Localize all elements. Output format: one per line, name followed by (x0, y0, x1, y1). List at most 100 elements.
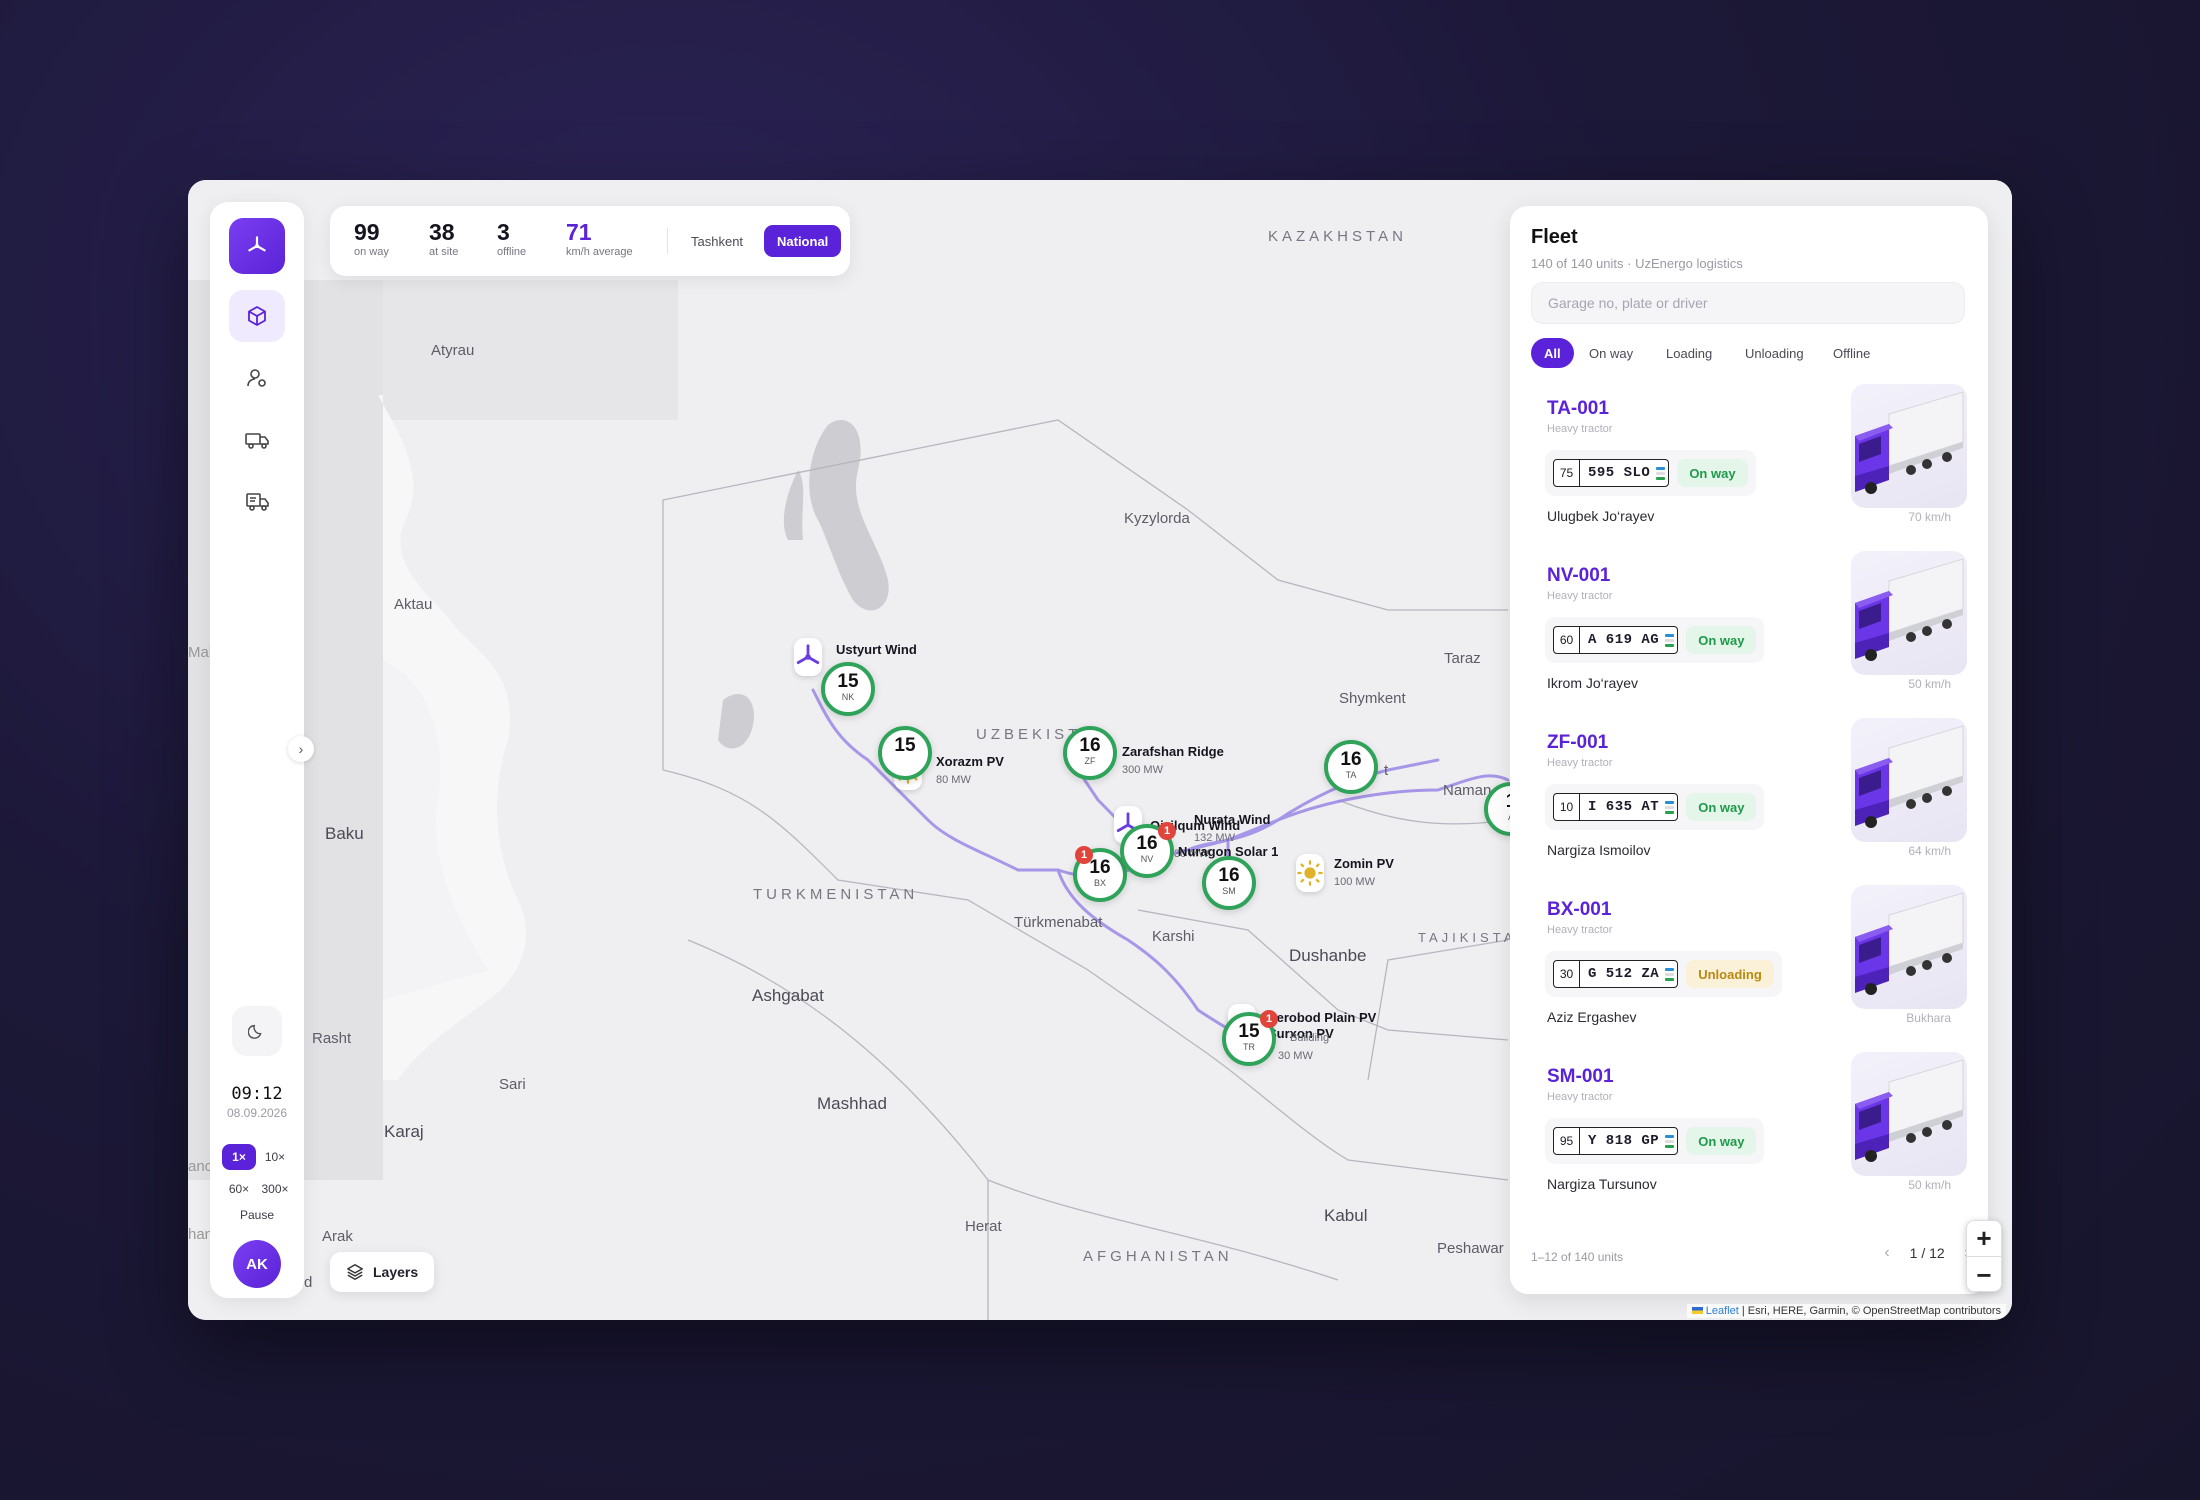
vehicle-cluster[interactable]: 16 NV 1 (1120, 822, 1176, 878)
truck-illustration (1855, 558, 1964, 661)
label-anc: anc (188, 1158, 213, 1175)
uz-flag-icon (1656, 460, 1668, 486)
label-mashhad: Mashhad (817, 1094, 887, 1113)
wind-site-icon[interactable] (794, 638, 822, 676)
plate-region: 30 (1554, 961, 1580, 987)
license-plate: 60 A 619 AG (1553, 626, 1679, 654)
speed-1x[interactable]: 1× (222, 1144, 256, 1170)
pause-button[interactable]: Pause (226, 1202, 288, 1228)
label-dushanbe: Dushanbe (1289, 946, 1367, 965)
stat-average-speed: 71 km/h average (566, 219, 633, 258)
vehicle-cluster[interactable]: 16 SM (1202, 856, 1256, 910)
plate-region: 75 (1554, 460, 1580, 486)
layers-label: Layers (373, 1264, 419, 1280)
uz-flag-icon (1665, 627, 1677, 653)
truck-image (1851, 718, 1967, 842)
vehicle-cluster[interactable]: 16 ZF (1063, 726, 1117, 780)
plate-number: A 619 AG (1588, 632, 1660, 648)
leaflet-link[interactable]: Leaflet (1706, 1305, 1739, 1317)
vehicle-cluster[interactable]: 15 (878, 726, 932, 780)
truck-icon (245, 433, 269, 449)
label-kyzylorda: Kyzylorda (1124, 510, 1190, 527)
status-badge: On way (1686, 1127, 1757, 1155)
app-window: KAZAKHSTAN UZBEKIST TURKMENISTAN TAJIKIS… (188, 180, 2012, 1320)
label-karaj: Karaj (384, 1122, 424, 1141)
status-badge: Unloading (1686, 960, 1774, 988)
label-kabul: Kabul (1324, 1206, 1368, 1225)
driver-name: Nargiza Tursunov (1547, 1176, 1657, 1192)
truck-illustration (1855, 892, 1964, 995)
nav-drivers[interactable] (229, 352, 285, 404)
filter-offline[interactable]: Offline (1820, 338, 1883, 368)
logo-button[interactable] (229, 218, 285, 274)
scope-tashkent[interactable]: Tashkent (678, 225, 756, 257)
unit-speed: 64 km/h (1908, 844, 1951, 858)
license-plate: 30 G 512 ZA (1553, 960, 1679, 988)
speed-10x[interactable]: 10× (258, 1144, 292, 1170)
label-turkmenistan: TURKMENISTAN (753, 886, 919, 903)
vehicle-cluster[interactable]: 15 NK (821, 662, 875, 716)
sun-icon (1297, 860, 1323, 886)
fleet-unit-card[interactable]: BX-001 Heavy tractor 30 G 512 ZA Unloadi… (1531, 885, 1967, 1037)
user-settings-icon (247, 369, 266, 387)
sidebar-expand-button[interactable]: › (288, 736, 314, 762)
site-label: Zomin PV (1334, 856, 1394, 871)
site-capacity: 100 MW (1334, 876, 1375, 888)
wind-turbine-icon (796, 644, 820, 664)
avatar[interactable]: AK (233, 1240, 281, 1288)
truck-illustration (1855, 1059, 1964, 1162)
solar-site-icon[interactable] (1296, 854, 1324, 892)
site-label: Ustyurt Wind (836, 642, 917, 657)
nav-cargo[interactable] (229, 290, 285, 342)
scope-national[interactable]: National (764, 225, 842, 257)
chevron-right-icon: › (298, 741, 304, 757)
label-t: t (1384, 762, 1389, 779)
zoom-in-button[interactable]: + (1967, 1221, 2001, 1257)
site-capacity: 300 MW (1122, 764, 1163, 776)
site-label: Xorazm PV (936, 754, 1004, 769)
unit-speed: 50 km/h (1908, 1178, 1951, 1192)
plate-number: 595 SLO (1588, 465, 1651, 481)
flag-icon (1691, 1307, 1703, 1314)
speed-60x[interactable]: 60× (222, 1176, 256, 1202)
site-capacity: 30 MW (1278, 1050, 1313, 1062)
chevron-left-icon[interactable]: ‹ (1884, 1244, 1889, 1262)
nav-vehicles[interactable] (229, 414, 285, 466)
label-d: d (304, 1274, 313, 1291)
vehicle-cluster[interactable]: 16 TA (1324, 740, 1378, 794)
speed-300x[interactable]: 300× (258, 1176, 292, 1202)
filter-all[interactable]: All (1531, 338, 1574, 368)
unit-type: Heavy tractor (1547, 590, 1613, 602)
fleet-unit-card[interactable]: ZF-001 Heavy tractor 10 I 635 AT On way … (1531, 718, 1967, 870)
fleet-unit-card[interactable]: TA-001 Heavy tractor 75 595 SLO On way U… (1531, 384, 1967, 536)
zoom-out-button[interactable]: − (1967, 1257, 2001, 1293)
plate-row: 10 I 635 AT On way (1545, 784, 1765, 830)
unit-speed: 50 km/h (1908, 677, 1951, 691)
theme-toggle[interactable] (232, 1006, 282, 1056)
status-badge: On way (1686, 626, 1757, 654)
uz-flag-icon (1665, 961, 1677, 987)
fleet-search-input[interactable] (1531, 282, 1965, 324)
fleet-unit-card[interactable]: SM-001 Heavy tractor 95 Y 818 GP On way … (1531, 1052, 1967, 1204)
label-afghanistan: AFGHANISTAN (1083, 1248, 1233, 1265)
layers-button[interactable]: Layers (330, 1252, 434, 1292)
fleet-unit-card[interactable]: NV-001 Heavy tractor 60 A 619 AG On way … (1531, 551, 1967, 703)
nav-deliveries[interactable] (229, 476, 285, 528)
driver-name: Nargiza Ismoilov (1547, 842, 1651, 858)
plate-region: 60 (1554, 627, 1580, 653)
filter-loading[interactable]: Loading (1653, 338, 1725, 368)
filter-unloading[interactable]: Unloading (1732, 338, 1817, 368)
license-plate: 10 I 635 AT (1553, 793, 1679, 821)
uz-flag-icon (1665, 1128, 1677, 1154)
label-arak: Arak (322, 1228, 353, 1245)
vehicle-cluster[interactable]: 15 TR 1 (1222, 1010, 1278, 1066)
unit-code: SM-001 (1547, 1066, 1614, 1087)
label-taraz: Taraz (1444, 650, 1481, 667)
vehicle-cluster[interactable]: 16 BX 1 (1073, 846, 1127, 902)
filter-on-way[interactable]: On way (1576, 338, 1646, 368)
layers-icon (347, 1264, 363, 1280)
plate-row: 30 G 512 ZA Unloading (1545, 951, 1782, 997)
fleet-panel: Fleet 140 of 140 units · UzEnergo logist… (1510, 206, 1988, 1294)
label-aktau: Aktau (394, 596, 433, 613)
cube-icon (248, 306, 266, 326)
